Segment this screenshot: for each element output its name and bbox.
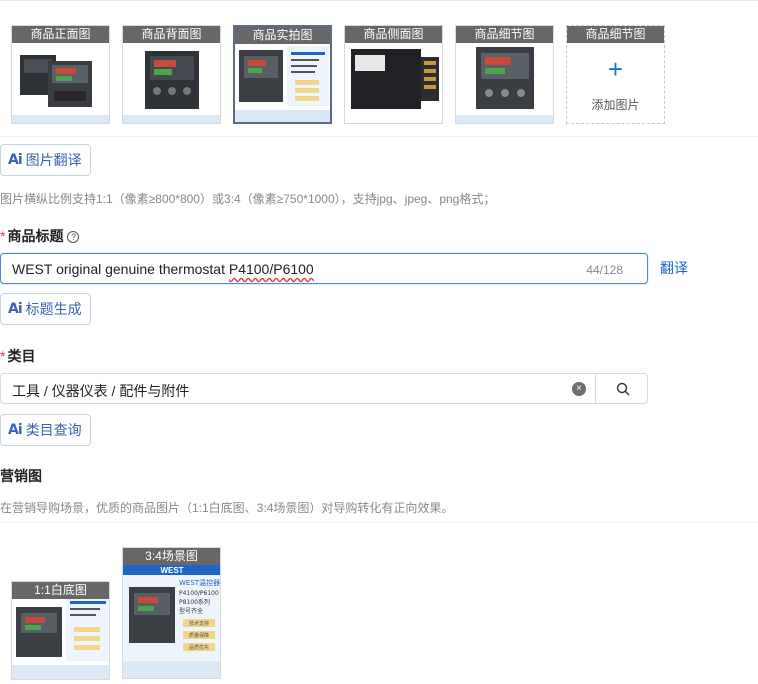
product-photo-front xyxy=(12,43,109,123)
banner-text: WEST xyxy=(160,566,183,575)
category-label: * 类目 xyxy=(0,346,35,366)
image-slot-caption: 商品正面图 xyxy=(12,26,109,43)
image-slot-side[interactable]: 商品侧面图 xyxy=(344,25,443,124)
image-translate-button[interactable]: Ai 图片翻译 xyxy=(0,144,91,176)
marketing-photo-portrait: WEST WEST温控器 P4100/P6100 P8100系列 型号齐全 技术… xyxy=(123,565,220,678)
char-counter: 44/128 xyxy=(586,263,623,277)
category-query-label: 类目查询 xyxy=(25,422,82,438)
image-format-hint: 图片横纵比例支持1:1（像素≥800*800）或3:4（像素≥750*1000）… xyxy=(0,192,496,206)
category-label-text: 类目 xyxy=(7,348,36,364)
category-query-button[interactable]: Ai 类目查询 xyxy=(0,414,91,446)
tag-text: 品质优先 xyxy=(189,644,209,651)
required-mark: * xyxy=(0,348,6,364)
add-image-button[interactable]: 商品细节图 + 添加图片 xyxy=(566,25,665,124)
image-slot-caption: 商品侧面图 xyxy=(345,26,442,43)
product-images-row: 商品正面图 商品背面图 商品实拍图 商品侧面图 商品细节图 商品细节图 + 添加… xyxy=(11,25,665,124)
title-input-value: WEST original genuine thermostat P4100/P… xyxy=(12,261,314,277)
product-photo-real-shot xyxy=(235,44,330,122)
add-image-label: 添加图片 xyxy=(591,98,640,112)
search-icon xyxy=(616,382,629,395)
category-search-button[interactable] xyxy=(595,373,649,404)
plus-icon: + xyxy=(607,54,624,84)
image-slot-detail[interactable]: 商品细节图 xyxy=(455,25,554,124)
image-slot-real-shot[interactable]: 商品实拍图 xyxy=(233,25,332,124)
marketing-image-portrait[interactable]: 3:4场景图 WEST WEST温控器 P4100/P6100 P8100系列 … xyxy=(122,547,221,679)
image-slot-caption: 商品细节图 xyxy=(567,26,664,43)
variants-text: 型号齐全 xyxy=(179,607,203,615)
marketing-label: 营销图 xyxy=(0,468,42,484)
help-icon[interactable]: ? xyxy=(67,231,80,243)
image-slot-caption: 商品细节图 xyxy=(456,26,553,43)
tag-text: 质量保障 xyxy=(189,632,209,639)
marketing-photo-square xyxy=(12,599,109,679)
top-divider xyxy=(0,0,758,1)
title-label-text: 商品标题 xyxy=(7,228,64,244)
title-text-flagged: P4100/P6100 xyxy=(228,261,314,277)
tag-text: 技术支持 xyxy=(189,620,209,627)
title-text-main: WEST original genuine thermostat xyxy=(12,261,229,277)
category-select[interactable]: 工具 / 仪器仪表 / 配件与附件 × xyxy=(0,373,648,404)
section-divider xyxy=(0,522,758,523)
section-divider xyxy=(0,136,758,137)
category-value: 工具 / 仪器仪表 / 配件与附件 xyxy=(12,383,190,399)
clear-icon[interactable]: × xyxy=(572,382,586,396)
ai-icon: Ai xyxy=(8,422,23,438)
product-photo-back xyxy=(123,43,220,123)
ai-icon: Ai xyxy=(8,301,23,317)
title-generate-button[interactable]: Ai 标题生成 xyxy=(0,293,91,325)
image-translate-label: 图片翻译 xyxy=(25,152,82,168)
translate-link[interactable]: 翻译 xyxy=(660,258,688,278)
marketing-image-caption: 3:4场景图 xyxy=(123,548,220,565)
models-text: P4100/P6100 xyxy=(179,590,219,597)
product-photo-detail xyxy=(456,43,553,123)
brand-text: WEST温控器 xyxy=(179,578,220,587)
image-slot-back[interactable]: 商品背面图 xyxy=(122,25,221,124)
title-generate-label: 标题生成 xyxy=(25,301,82,317)
title-input[interactable]: WEST original genuine thermostat P4100/P… xyxy=(0,253,648,284)
image-slot-caption: 商品实拍图 xyxy=(235,27,330,44)
series-text: P8100系列 xyxy=(179,598,210,606)
required-mark: * xyxy=(0,228,6,244)
ai-icon: Ai xyxy=(8,152,23,168)
marketing-hint: 在营销导购场景，优质的商品图片（1:1白底图、3:4场景图）对导购转化有正向效果… xyxy=(0,501,454,515)
marketing-image-square[interactable]: 1:1白底图 xyxy=(11,581,110,680)
marketing-image-caption: 1:1白底图 xyxy=(12,582,109,599)
title-label: * 商品标题? xyxy=(0,226,80,246)
image-slot-caption: 商品背面图 xyxy=(123,26,220,43)
product-photo-side xyxy=(345,43,442,123)
image-slot-front[interactable]: 商品正面图 xyxy=(11,25,110,124)
